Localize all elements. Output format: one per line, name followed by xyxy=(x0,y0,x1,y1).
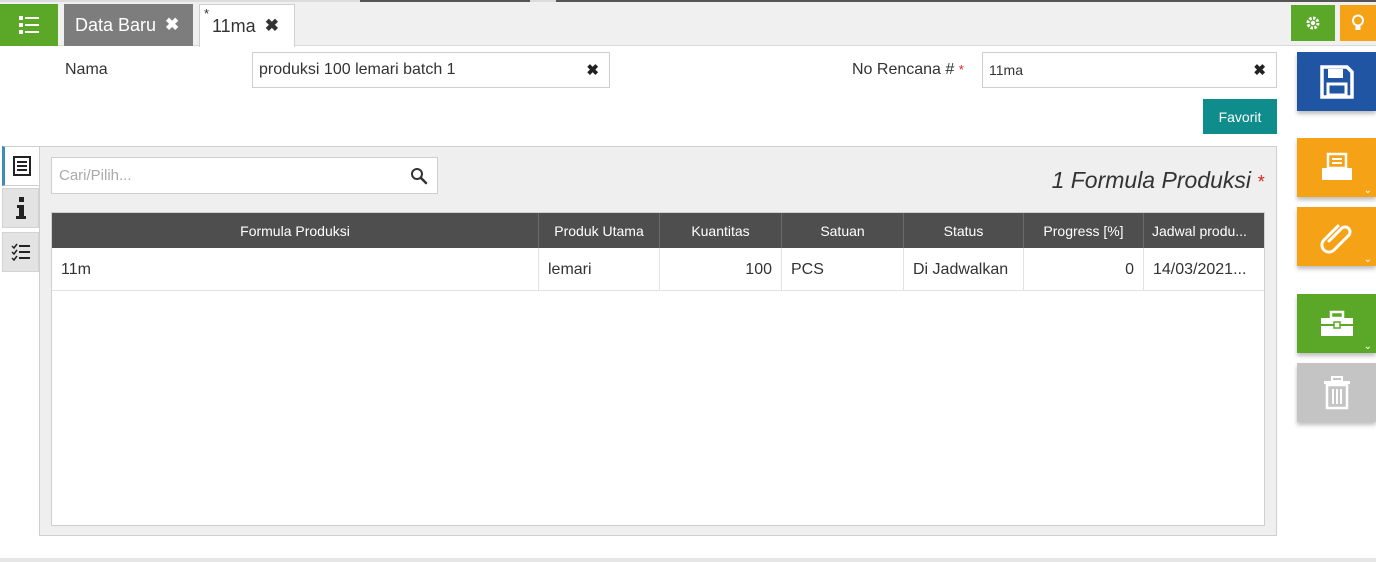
gear-icon xyxy=(1306,16,1320,30)
no-rencana-value: 11ma xyxy=(989,62,1023,78)
tab-label: 11ma xyxy=(212,15,256,36)
delete-button[interactable] xyxy=(1297,363,1376,422)
search-placeholder: Cari/Pilih... xyxy=(59,167,132,184)
list-menu-icon xyxy=(19,16,39,34)
cell-formula-produksi: 11m xyxy=(52,248,539,291)
panel-title-text: 1 Formula Produksi xyxy=(1051,167,1251,193)
column-header-status[interactable]: Status xyxy=(904,213,1024,248)
tips-button[interactable] xyxy=(1340,5,1376,41)
checklist-icon xyxy=(10,243,30,261)
lightbulb-icon xyxy=(1352,14,1364,30)
nama-value: produksi 100 lemari batch 1 xyxy=(259,61,456,78)
chevron-down-icon: ⌄ xyxy=(1363,185,1372,196)
required-marker: * xyxy=(958,62,964,77)
print-button[interactable]: ⌄ xyxy=(1297,138,1376,197)
column-header-satuan[interactable]: Satuan xyxy=(782,213,904,248)
tools-button[interactable]: ⌄ xyxy=(1297,294,1376,353)
cell-status: Di Jadwalkan xyxy=(904,248,1024,291)
required-marker: * xyxy=(1256,172,1264,192)
cell-progress: 0 xyxy=(1024,248,1144,291)
favorit-button[interactable]: Favorit xyxy=(1203,99,1277,134)
no-rencana-label: No Rencana # * xyxy=(852,61,964,79)
document-list-icon xyxy=(13,156,31,176)
formula-table: Formula Produksi Produk Utama Kuantitas … xyxy=(51,212,1265,526)
clear-icon[interactable]: ✖ xyxy=(1253,61,1266,79)
close-icon[interactable]: ✖ xyxy=(165,15,179,35)
settings-button[interactable] xyxy=(1291,5,1335,41)
column-header-produk-utama[interactable]: Produk Utama xyxy=(539,213,660,248)
bottom-divider xyxy=(0,558,1376,562)
table-row[interactable]: 11m lemari 100 PCS Di Jadwalkan 0 14/03/… xyxy=(52,248,1264,291)
magnifier-icon[interactable] xyxy=(410,167,428,185)
tab-checklist[interactable] xyxy=(2,232,39,272)
clear-icon[interactable]: ✖ xyxy=(586,61,599,79)
nama-label: Nama xyxy=(65,61,108,78)
nama-field[interactable]: produksi 100 lemari batch 1 ✖ xyxy=(252,52,610,88)
column-header-progress[interactable]: Progress [%] xyxy=(1024,213,1144,248)
paperclip-icon xyxy=(1319,224,1351,254)
cell-produk-utama: lemari xyxy=(539,248,660,291)
cell-jadwal-produksi: 14/03/2021... xyxy=(1153,260,1247,278)
no-rencana-field[interactable]: 11ma ✖ xyxy=(982,52,1277,88)
save-button[interactable] xyxy=(1297,52,1376,111)
search-input[interactable]: Cari/Pilih... xyxy=(51,157,438,194)
panel-title: 1 Formula Produksi * xyxy=(1052,167,1264,194)
chevron-down-icon: ⌄ xyxy=(1363,254,1372,265)
column-header-kuantitas[interactable]: Kuantitas xyxy=(660,213,782,248)
info-icon xyxy=(15,197,26,219)
tab-11ma[interactable]: * 11ma ✖ xyxy=(199,4,295,47)
menu-button[interactable] xyxy=(0,4,58,46)
cell-kuantitas: 100 xyxy=(660,248,782,291)
tab-data-baru[interactable]: Data Baru ✖ xyxy=(64,4,193,46)
chevron-down-icon: ⌄ xyxy=(1363,341,1372,352)
column-header-jadwal-produksi[interactable]: Jadwal produ... xyxy=(1144,213,1264,248)
printer-icon xyxy=(1321,152,1352,180)
close-icon[interactable]: ✖ xyxy=(265,16,279,36)
trash-icon xyxy=(1323,375,1350,409)
attach-button[interactable]: ⌄ xyxy=(1297,207,1376,266)
cell-satuan: PCS xyxy=(782,248,904,291)
tab-info[interactable] xyxy=(2,188,39,228)
floppy-disk-icon xyxy=(1319,64,1354,99)
modified-marker: * xyxy=(204,6,210,21)
table-header: Formula Produksi Produk Utama Kuantitas … xyxy=(52,213,1264,248)
no-rencana-label-text: No Rencana # xyxy=(852,61,955,78)
toolbox-icon xyxy=(1320,310,1353,336)
tab-label: Data Baru xyxy=(75,14,157,35)
column-header-formula-produksi[interactable]: Formula Produksi xyxy=(52,213,539,248)
tab-detail-list[interactable] xyxy=(2,146,39,186)
